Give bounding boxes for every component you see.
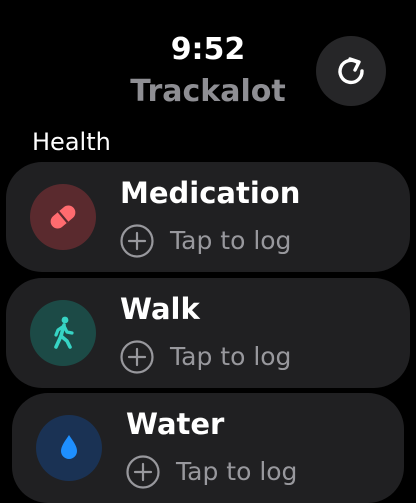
plus-circle-icon — [126, 455, 160, 489]
walking-figure-icon — [54, 316, 74, 349]
card-title: Water — [126, 407, 225, 441]
refresh-icon — [338, 57, 364, 85]
walking-figure-icon-badge — [30, 300, 96, 366]
pill-icon-badge — [30, 184, 96, 250]
log-row[interactable]: Tap to log — [126, 453, 297, 491]
water-drop-icon-badge — [36, 415, 102, 481]
plus-circle-icon — [120, 340, 154, 374]
card-walk[interactable]: Walk Tap to log — [6, 278, 410, 388]
card-title: Medication — [120, 176, 301, 210]
log-row[interactable]: Tap to log — [120, 222, 291, 260]
card-medication[interactable]: Medication Tap to log — [6, 162, 410, 272]
tap-to-log-label: Tap to log — [170, 342, 292, 371]
water-drop-icon — [61, 435, 77, 459]
card-water[interactable]: Water Tap to log — [12, 393, 404, 503]
card-title: Walk — [120, 292, 200, 326]
plus-circle-icon — [120, 224, 154, 258]
section-label-health: Health — [32, 128, 111, 156]
tap-to-log-label: Tap to log — [170, 226, 292, 255]
log-row[interactable]: Tap to log — [120, 338, 291, 376]
tap-to-log-label: Tap to log — [176, 457, 298, 486]
refresh-button[interactable] — [316, 36, 386, 106]
pill-icon — [50, 205, 76, 229]
